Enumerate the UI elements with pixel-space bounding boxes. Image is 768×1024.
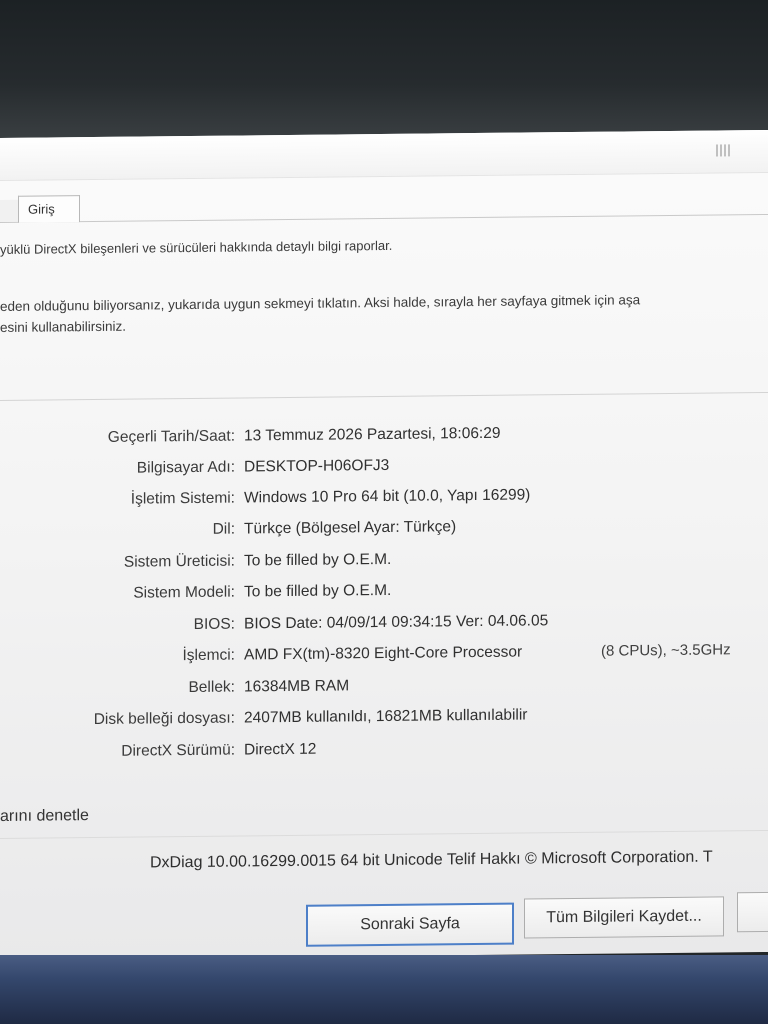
footer-divider: [0, 829, 768, 839]
info-row-manufacturer: Sistem Üreticisi: To be filled by O.E.M.: [0, 547, 768, 579]
next-page-button[interactable]: Sonraki Sayfa: [306, 902, 514, 947]
info-label: Geçerli Tarih/Saat:: [107, 427, 235, 446]
info-row-bios: BIOS: BIOS Date: 04/09/14 09:34:15 Ver: …: [0, 610, 768, 642]
info-value: AMD FX(tm)-8320 Eight-Core Processor: [244, 643, 523, 664]
info-label: Bellek:: [188, 678, 235, 697]
screen-top-bezel: [0, 0, 768, 140]
info-value: 2407MB kullanıldı, 16821MB kullanılabili…: [244, 706, 528, 727]
taskbar-area: [0, 955, 768, 1024]
info-label: BIOS:: [193, 615, 235, 633]
info-row-directx: DirectX Sürümü: DirectX 12: [0, 736, 768, 768]
info-row-processor: İşlemci: AMD FX(tm)-8320 Eight-Core Proc…: [0, 641, 768, 673]
resize-grip-icon[interactable]: [716, 144, 730, 157]
tab-giris[interactable]: Giriş: [18, 195, 80, 223]
check-signatures-label[interactable]: arını denetle: [0, 807, 89, 826]
info-value: To be filled by O.E.M.: [244, 550, 392, 570]
info-value: Türkçe (Bölgesel Ayar: Türkçe): [244, 518, 457, 538]
info-value: 13 Temmuz 2026 Pazartesi, 18:06:29: [244, 424, 501, 445]
dxdiag-window: Giriş yüklü DirectX bileşenleri ve sürüc…: [0, 129, 768, 961]
save-all-info-button[interactable]: Tüm Bilgileri Kaydet...: [524, 896, 724, 939]
intro-instructions: eden olduğunu biliyorsanız, yukarıda uyg…: [0, 289, 640, 338]
info-label: Bilgisayar Adı:: [136, 458, 235, 477]
info-row-page-file: Disk belleği dosyası: 2407MB kullanıldı,…: [0, 704, 768, 736]
info-label: DirectX Sürümü:: [121, 741, 235, 760]
tab-strip: Giriş: [0, 187, 768, 223]
info-value: 16384MB RAM: [244, 677, 350, 696]
info-row-os: İşletim Sistemi: Windows 10 Pro 64 bit (…: [0, 484, 768, 516]
intro-description: yüklü DirectX bileşenleri ve sürücüleri …: [0, 237, 393, 257]
system-info-panel: Geçerli Tarih/Saat: 13 Temmuz 2026 Pazar…: [0, 422, 768, 760]
tab-edge: [0, 199, 19, 222]
info-label: Sistem Üreticisi:: [123, 552, 235, 571]
section-divider: [0, 391, 768, 401]
info-label: İşletim Sistemi:: [130, 489, 235, 508]
info-label: İşlemci:: [182, 646, 235, 665]
cpu-count-speed: (8 CPUs), ~3.5GHz: [601, 641, 731, 660]
info-value: BIOS Date: 04/09/14 09:34:15 Ver: 04.06.…: [244, 612, 549, 633]
exit-button[interactable]: [737, 891, 768, 933]
info-row-date: Geçerli Tarih/Saat: 13 Temmuz 2026 Pazar…: [0, 422, 768, 454]
info-row-language: Dil: Türkçe (Bölgesel Ayar: Türkçe): [0, 515, 768, 547]
info-value: DESKTOP-H06OFJ3: [244, 456, 390, 476]
info-label: Disk belleği dosyası:: [93, 709, 235, 729]
version-copyright: DxDiag 10.00.16299.0015 64 bit Unicode T…: [150, 848, 713, 872]
info-row-memory: Bellek: 16384MB RAM: [0, 673, 768, 705]
info-value: DirectX 12: [244, 740, 317, 759]
info-label: Sistem Modeli:: [133, 583, 235, 602]
info-value: To be filled by O.E.M.: [244, 581, 392, 601]
title-bar: [0, 129, 768, 181]
info-row-computer-name: Bilgisayar Adı: DESKTOP-H06OFJ3: [0, 453, 768, 485]
info-label: Dil:: [212, 520, 235, 538]
info-value: Windows 10 Pro 64 bit (10.0, Yapı 16299): [244, 486, 531, 507]
info-row-model: Sistem Modeli: To be filled by O.E.M.: [0, 578, 768, 610]
